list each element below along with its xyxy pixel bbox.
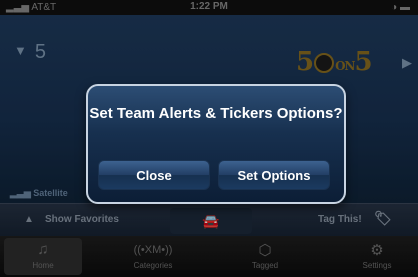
set-options-button[interactable]: Set Options xyxy=(218,160,330,190)
close-button[interactable]: Close xyxy=(98,160,210,190)
dialog-title: Set Team Alerts & Tickers Options? xyxy=(89,105,343,122)
alert-dialog: Set Team Alerts & Tickers Options? Close… xyxy=(86,84,346,204)
